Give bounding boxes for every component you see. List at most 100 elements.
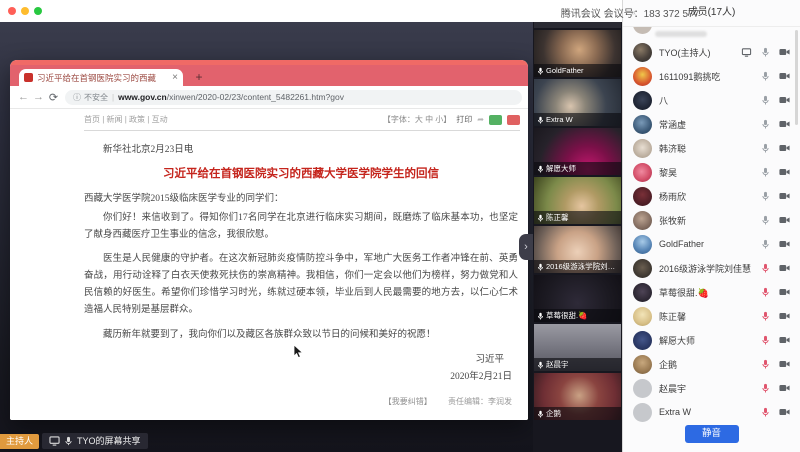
mute-button[interactable]: 静音: [685, 425, 739, 443]
video-tile[interactable]: 赵晨宇: [534, 324, 621, 371]
avatar: [633, 139, 652, 158]
member-row[interactable]: 张牧新: [623, 208, 800, 232]
member-row[interactable]: Extra W: [623, 400, 800, 424]
mic-icon[interactable]: [761, 71, 770, 81]
editor-credit: 责任编辑：李润发: [448, 397, 512, 406]
mic-icon[interactable]: [761, 191, 770, 201]
video-tile[interactable]: Extra W: [534, 79, 621, 126]
mic-icon[interactable]: [761, 383, 770, 393]
share-arrow-icon[interactable]: ➦: [477, 115, 484, 124]
monitor-icon: [49, 436, 60, 446]
camera-icon[interactable]: [779, 72, 790, 80]
close-window-icon[interactable]: [8, 7, 16, 15]
video-tile[interactable]: 企鹅: [534, 373, 621, 420]
camera-icon[interactable]: [779, 408, 790, 416]
video-tile-partial[interactable]: [534, 22, 621, 28]
url-field[interactable]: ⓘ 不安全 | www.gov.cn/xinwen/2020-02/23/con…: [65, 90, 522, 105]
browser-tab[interactable]: 习近平给在首钢医院实习的西藏 ×: [19, 69, 183, 86]
participant-name: 解愿大师: [546, 162, 576, 175]
zoom-window-icon[interactable]: [34, 7, 42, 15]
info-icon[interactable]: ⓘ: [73, 92, 81, 103]
member-row[interactable]: 韩济聪: [623, 136, 800, 160]
font-size-tools[interactable]: 【字体：大 中 小】: [383, 114, 451, 125]
panel-scrollbar[interactable]: [795, 30, 798, 125]
reload-icon[interactable]: ⟳: [46, 91, 61, 104]
camera-icon[interactable]: [779, 48, 790, 56]
back-icon[interactable]: ←: [16, 91, 31, 103]
member-row-partial[interactable]: [623, 27, 800, 40]
camera-icon[interactable]: [779, 240, 790, 248]
camera-icon[interactable]: [779, 336, 790, 344]
member-row[interactable]: 1611091鹅挑吃: [623, 64, 800, 88]
article-dateline: 新华社北京2月23日电: [84, 141, 518, 155]
member-name: 企鹅: [659, 358, 757, 371]
member-row[interactable]: 2016级游泳学院刘佳慧: [623, 256, 800, 280]
video-tile[interactable]: 解愿大师: [534, 128, 621, 175]
mic-icon[interactable]: [761, 215, 770, 225]
screen-share-banner: TYO的屏幕共享: [42, 433, 148, 449]
print-link[interactable]: 打印: [456, 114, 472, 125]
member-name: 草莓很甜.🍓: [659, 286, 757, 299]
avatar: [633, 307, 652, 326]
mic-icon[interactable]: [761, 359, 770, 369]
camera-icon[interactable]: [779, 264, 790, 272]
member-row[interactable]: 赵晨宇: [623, 376, 800, 400]
mic-icon[interactable]: [761, 167, 770, 177]
avatar: [633, 379, 652, 398]
webpage: 首页 | 新闻 | 政策 | 互动 【字体：大 中 小】 打印 ➦ 新华社北京2…: [10, 109, 528, 420]
member-name: 张牧新: [659, 214, 757, 227]
camera-icon[interactable]: [779, 120, 790, 128]
strip-collapse-handle[interactable]: ›: [519, 234, 533, 260]
video-tile[interactable]: GoldFather: [534, 30, 621, 77]
participant-name: 陈正馨: [546, 211, 569, 224]
camera-icon[interactable]: [779, 288, 790, 296]
close-tab-icon[interactable]: ×: [172, 72, 178, 83]
mic-icon[interactable]: [761, 119, 770, 129]
member-name: 陈正馨: [659, 310, 757, 323]
member-row[interactable]: 解愿大师: [623, 328, 800, 352]
mic-icon[interactable]: [761, 95, 770, 105]
meeting-titlebar: [0, 0, 622, 23]
mic-icon[interactable]: [761, 47, 770, 57]
member-row[interactable]: 草莓很甜.🍓: [623, 280, 800, 304]
video-tile[interactable]: 2016级游泳学院刘…: [534, 226, 621, 273]
mic-icon[interactable]: [761, 287, 770, 297]
browser-tabbar: 习近平给在首钢医院实习的西藏 × +: [10, 65, 528, 86]
camera-icon[interactable]: [779, 144, 790, 152]
member-name: 杨雨欣: [659, 190, 757, 203]
member-row[interactable]: TYO(主持人): [623, 40, 800, 64]
minimize-window-icon[interactable]: [21, 7, 29, 15]
member-row[interactable]: 八: [623, 88, 800, 112]
mic-icon: [64, 436, 73, 446]
mic-icon[interactable]: [761, 263, 770, 273]
camera-icon[interactable]: [779, 168, 790, 176]
site-nav-links[interactable]: 首页 | 新闻 | 政策 | 互动: [84, 114, 168, 125]
member-row[interactable]: 常涵虚: [623, 112, 800, 136]
camera-icon[interactable]: [779, 192, 790, 200]
camera-icon[interactable]: [779, 216, 790, 224]
mic-icon[interactable]: [761, 407, 770, 417]
avatar: [633, 283, 652, 302]
member-row[interactable]: 企鹅: [623, 352, 800, 376]
member-row[interactable]: 杨雨欣: [623, 184, 800, 208]
member-row[interactable]: 陈正馨: [623, 304, 800, 328]
forward-icon[interactable]: →: [31, 91, 46, 103]
member-row[interactable]: GoldFather: [623, 232, 800, 256]
new-tab-button[interactable]: +: [192, 70, 206, 84]
correction-link[interactable]: 【我要纠错】: [384, 397, 432, 406]
mic-icon[interactable]: [761, 335, 770, 345]
mic-icon[interactable]: [761, 311, 770, 321]
camera-icon[interactable]: [779, 312, 790, 320]
member-row[interactable]: 黎昊: [623, 160, 800, 184]
weibo-share-icon[interactable]: [507, 115, 520, 125]
camera-icon[interactable]: [779, 360, 790, 368]
video-tile[interactable]: 草莓很甜.🍓: [534, 275, 621, 322]
mic-icon[interactable]: [761, 239, 770, 249]
camera-icon[interactable]: [779, 96, 790, 104]
camera-icon[interactable]: [779, 384, 790, 392]
wechat-share-icon[interactable]: [489, 115, 502, 125]
mic-icon[interactable]: [761, 143, 770, 153]
screen-share-icon: [741, 48, 752, 57]
video-tile[interactable]: 陈正馨: [534, 177, 621, 224]
participant-name: 赵晨宇: [546, 358, 569, 371]
